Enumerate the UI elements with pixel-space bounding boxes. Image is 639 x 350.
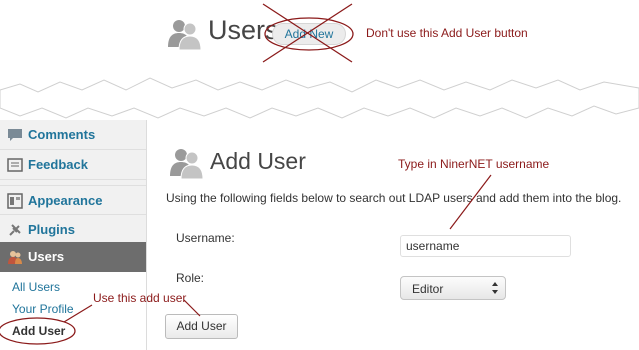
torn-divider xyxy=(0,77,639,119)
add-new-button[interactable]: Add New xyxy=(272,23,346,45)
sidebar-item-feedback[interactable]: Feedback xyxy=(0,150,146,180)
feedback-icon xyxy=(7,158,23,172)
users-icon xyxy=(170,149,204,180)
add-user-submit-button[interactable]: Add User xyxy=(165,314,238,339)
username-label: Username: xyxy=(176,231,235,245)
submenu-add-user[interactable]: Add User xyxy=(12,324,65,338)
submenu-your-profile[interactable]: Your Profile xyxy=(12,302,74,316)
appearance-icon xyxy=(7,193,23,209)
form-description: Using the following fields below to sear… xyxy=(166,191,622,205)
sidebar-item-plugins[interactable]: Plugins xyxy=(0,215,146,245)
add-new-annotation: Don't use this Add User button xyxy=(366,26,528,40)
page-title: Users xyxy=(208,15,279,45)
users-icon xyxy=(168,20,202,51)
sidebar-item-appearance[interactable]: Appearance xyxy=(0,185,146,215)
comments-icon xyxy=(8,129,22,141)
submenu-all-users[interactable]: All Users xyxy=(12,280,60,294)
role-select-value: Editor xyxy=(412,282,444,296)
form-title: Add User xyxy=(210,148,306,174)
sidebar-item-comments[interactable]: Comments xyxy=(0,120,146,150)
sidebar-item-label: Users xyxy=(28,249,65,264)
username-annotation: Type in NinerNET username xyxy=(398,157,550,171)
admin-sidebar: Comments Feedback Appearance Plugins Use… xyxy=(0,120,147,350)
sidebar-item-label: Comments xyxy=(28,127,96,142)
plugins-icon xyxy=(9,224,21,236)
role-select[interactable]: Editor xyxy=(400,276,506,300)
users-icon xyxy=(8,251,22,264)
role-label: Role: xyxy=(176,271,205,285)
use-add-user-annotation: Use this add user xyxy=(93,291,187,305)
users-submenu: All Users Your Profile Add User xyxy=(0,272,146,350)
sidebar-item-label: Feedback xyxy=(28,157,88,172)
select-arrows-icon xyxy=(492,282,498,294)
username-input[interactable]: username xyxy=(400,235,571,257)
sidebar-item-label: Appearance xyxy=(28,193,103,208)
sidebar-item-label: Plugins xyxy=(28,222,75,237)
sidebar-item-users[interactable]: Users xyxy=(0,242,146,272)
